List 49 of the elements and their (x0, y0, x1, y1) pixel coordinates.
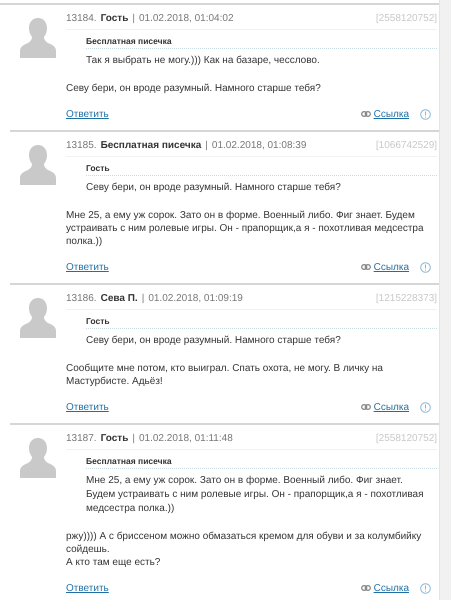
quote-text: Севу бери, он вроде разумный. Намного старше тебя? (86, 181, 342, 195)
avatar-icon (18, 143, 58, 185)
separator: | (205, 140, 208, 151)
quote-text: Мне 25, а ему уж сорок. Зато он в форме. Военный либо. Фиг знает. Будем устраивать с ним ролевые игры. Он - прапорщик,а я - похотливая медсестра полка.)) (86, 474, 424, 516)
link-link[interactable]: Ссылка (374, 582, 410, 594)
author-name: Гость (100, 433, 128, 444)
comment-text: Мне 25, а ему уж сорок. Зато он в форме. Военный либо. Фиг знает. Будем устраивать с ним ролевые игры. Он - прапорщик,а я - похотливая медсестра полка.)) (66, 209, 425, 248)
info-icon[interactable] (420, 108, 432, 120)
comment-text: Севу бери, он вроде разумный. Намного старше тебя? (66, 82, 322, 95)
info-icon[interactable] (420, 262, 432, 272)
comment-date: 01.02.2018, 01:11:48 (138, 433, 233, 444)
chain-icon (360, 264, 371, 270)
comment-date: 01.02.2018, 01:04:02 (138, 13, 234, 24)
reply-link[interactable]: Ответить (66, 582, 109, 594)
separator: | (142, 293, 144, 304)
chain-icon (360, 404, 371, 410)
quote-text: Севу бери, он вроде разумный. Намного старше тебя? (86, 334, 342, 348)
comment-text: ржу)))) А с бриссеном можно обмазаться кремом для обуви и за колумбийку сойдешь. А кто там еще есть? (66, 530, 422, 569)
comment-number: 13185. (66, 140, 97, 151)
avatar-icon (18, 16, 58, 58)
comment-number: 13186. (66, 293, 97, 304)
reply-link[interactable]: Ответить (66, 108, 109, 120)
comment-number: 13184. (66, 13, 97, 24)
reply-link[interactable]: Ответить (66, 262, 109, 272)
author-name: Сева П. (100, 293, 138, 304)
author-name: Бесплатная писечка (100, 140, 202, 151)
quote-author: Бесплатная писечка (86, 36, 438, 49)
comment-number: 13187. (66, 433, 97, 444)
quote-text: Так я выбрать не могу.))) Как на базаре, чесслово. (86, 54, 321, 68)
link-link[interactable]: Ссылка (374, 402, 410, 412)
chain-icon (360, 585, 371, 591)
quote-author: Гость (86, 316, 438, 329)
link-link[interactable]: Ссылка (374, 108, 410, 120)
link-link[interactable]: Ссылка (374, 262, 410, 272)
info-icon[interactable] (420, 582, 432, 594)
separator: | (132, 13, 135, 24)
quote-author: Бесплатная писечка (86, 456, 438, 469)
chain-icon (360, 111, 371, 117)
comment-text: Сообщите мне потом, кто выиграл. Спать охота, не могу. В личку на Мастурбисте. Адьёз! (66, 362, 384, 388)
avatar-icon (18, 436, 58, 478)
info-icon[interactable] (420, 402, 432, 412)
quote-author: Гость (86, 163, 438, 176)
author-name: Гость (100, 13, 128, 24)
reply-link[interactable]: Ответить (66, 402, 109, 412)
scrollbar[interactable] (439, 0, 451, 600)
separator: | (132, 433, 135, 444)
comment-date: 01.02.2018, 01:09:19 (148, 293, 243, 304)
comment-date: 01.02.2018, 01:08:39 (212, 140, 306, 151)
avatar-icon (18, 296, 58, 338)
